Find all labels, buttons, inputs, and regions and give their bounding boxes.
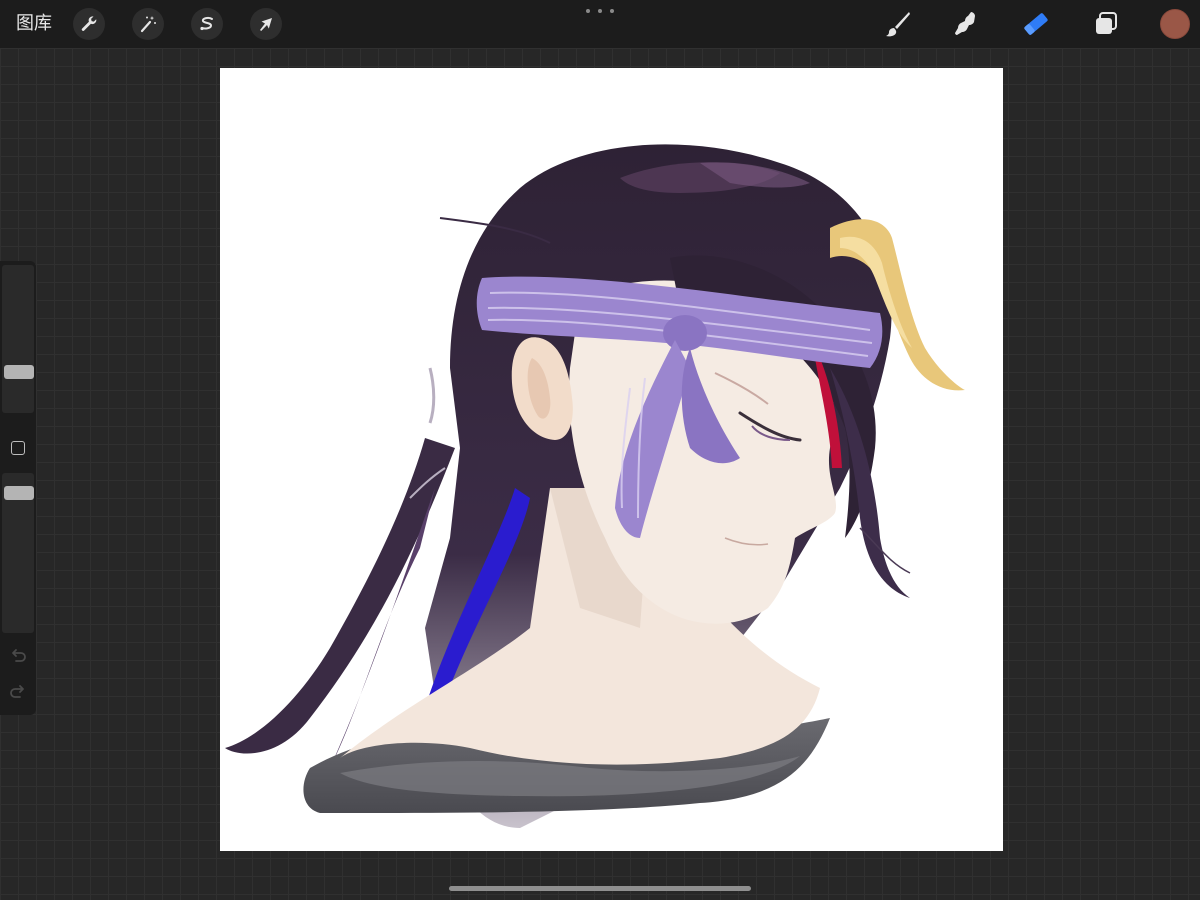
layers-button[interactable] bbox=[1088, 6, 1124, 42]
transform-arrow-icon bbox=[260, 18, 272, 31]
dot-icon bbox=[610, 9, 614, 13]
brush-size-handle[interactable] bbox=[4, 365, 34, 379]
drawing-canvas[interactable] bbox=[220, 68, 1003, 851]
gallery-button[interactable]: 图库 bbox=[16, 12, 52, 36]
brush-icon bbox=[886, 12, 910, 37]
redo-icon bbox=[10, 685, 24, 698]
wrench-icon bbox=[81, 16, 97, 31]
paint-tool-button[interactable] bbox=[880, 6, 916, 42]
procreate-app: 图库 bbox=[0, 0, 1200, 900]
undo-button[interactable] bbox=[8, 647, 28, 667]
transform-button[interactable] bbox=[250, 8, 282, 40]
home-indicator[interactable] bbox=[449, 886, 751, 891]
brush-size-slider[interactable] bbox=[2, 265, 34, 413]
layers-icon bbox=[1096, 12, 1117, 34]
selection-button[interactable] bbox=[191, 8, 223, 40]
adjustments-button[interactable] bbox=[132, 8, 164, 40]
smudge-tool-button[interactable] bbox=[948, 6, 984, 42]
eraser-icon bbox=[1024, 13, 1048, 35]
opacity-handle[interactable] bbox=[4, 486, 34, 500]
artwork bbox=[225, 144, 965, 829]
left-sidebar bbox=[0, 261, 36, 715]
selection-icon bbox=[200, 16, 213, 31]
magic-wand-icon bbox=[140, 16, 156, 33]
eraser-tool-button[interactable] bbox=[1018, 6, 1054, 42]
modify-button[interactable] bbox=[11, 441, 25, 455]
redo-button[interactable] bbox=[8, 683, 28, 703]
color-picker-swatch[interactable] bbox=[1160, 9, 1190, 39]
smudge-icon bbox=[955, 12, 975, 35]
actions-button[interactable] bbox=[73, 8, 105, 40]
more-options-dots[interactable] bbox=[586, 4, 614, 18]
dot-icon bbox=[598, 9, 602, 13]
top-toolbar: 图库 bbox=[0, 0, 1200, 48]
dot-icon bbox=[586, 9, 590, 13]
undo-icon bbox=[12, 649, 26, 662]
